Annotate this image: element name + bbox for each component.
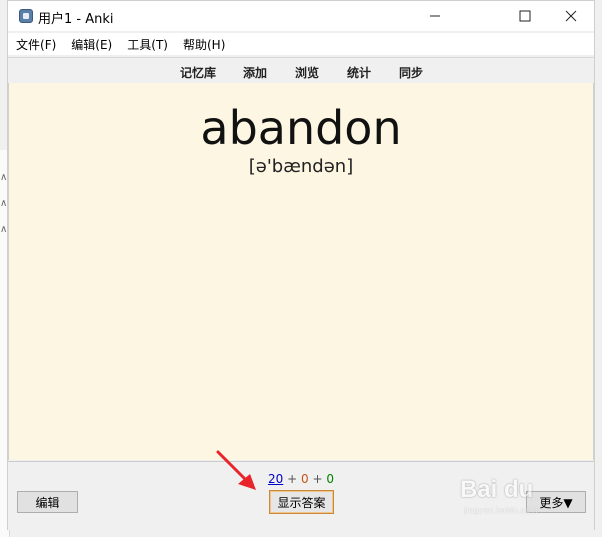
top-toolbar: 记忆库 添加 浏览 统计 同步: [8, 57, 594, 85]
show-answer-button[interactable]: 显示答案: [269, 490, 334, 514]
close-button[interactable]: [548, 1, 594, 31]
due-counts: 20 + 0 + 0: [8, 472, 594, 486]
anki-main-window: 用户1 - Anki 文件(F) 编辑(E) 工具(T) 帮助(H) 记忆库 添…: [7, 0, 595, 530]
edit-button[interactable]: 编辑: [17, 491, 78, 513]
menu-help[interactable]: 帮助(H): [183, 36, 225, 53]
red-arrow-annotation: [216, 450, 256, 490]
review-count: 0: [326, 472, 334, 486]
menu-bar: 文件(F) 编辑(E) 工具(T) 帮助(H): [8, 33, 594, 55]
count-separator: +: [312, 472, 323, 486]
menu-file[interactable]: 文件(F): [16, 36, 56, 53]
anki-app-icon: [19, 9, 33, 23]
close-icon: [565, 10, 577, 22]
toolbar-stats[interactable]: 统计: [347, 64, 371, 81]
toolbar-decks[interactable]: 记忆库: [180, 64, 216, 81]
toolbar-add[interactable]: 添加: [243, 64, 267, 81]
title-bar[interactable]: 用户1 - Anki: [8, 1, 594, 31]
card-front-word: abandon: [200, 101, 402, 155]
minimize-icon: [430, 15, 440, 17]
new-count[interactable]: 20: [268, 472, 283, 486]
minimize-button[interactable]: [412, 1, 458, 31]
toolbar-browse[interactable]: 浏览: [295, 64, 319, 81]
count-separator: +: [287, 472, 298, 486]
card-review-area: abandon [ə'bændən]: [8, 83, 594, 460]
card-phonetic: [ə'bændən]: [248, 156, 354, 177]
maximize-icon: [519, 10, 531, 22]
learning-count: 0: [301, 472, 309, 486]
window-title: 用户1 - Anki: [38, 12, 114, 27]
maximize-button[interactable]: [502, 1, 548, 31]
menu-tools[interactable]: 工具(T): [127, 36, 168, 53]
bottom-bar: 20 + 0 + 0 编辑 显示答案 更多▼: [8, 461, 594, 530]
toolbar-sync[interactable]: 同步: [399, 64, 423, 81]
menu-edit[interactable]: 编辑(E): [71, 36, 112, 53]
more-button[interactable]: 更多▼: [526, 491, 586, 513]
